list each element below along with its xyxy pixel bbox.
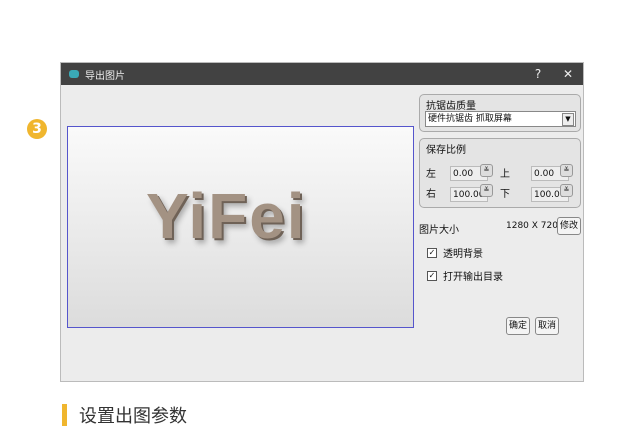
open-dir-label: 打开输出目录 <box>443 272 503 283</box>
close-button[interactable]: ✕ <box>553 67 583 81</box>
cancel-button[interactable]: 取消 <box>535 317 560 335</box>
ok-button[interactable]: 确定 <box>506 317 531 335</box>
export-image-dialog: 导出图片 ? ✕ YiFei 抗锯齿质量 硬件抗锯齿 抓取屏幕 ▼ 保存比例 左 … <box>60 62 584 382</box>
image-size-value: 1280 X 720 <box>506 221 558 231</box>
help-button[interactable]: ? <box>523 67 553 81</box>
top-label: 上 <box>500 169 510 180</box>
caption: 设置出图参数 <box>62 402 187 428</box>
preview-area: YiFei <box>67 126 414 328</box>
caption-bar <box>62 404 67 426</box>
open-dir-checkbox[interactable]: ✓ 打开输出目录 <box>427 268 503 283</box>
modify-size-button[interactable]: 修改 <box>557 217 582 235</box>
dialog-title: 导出图片 <box>85 70 125 82</box>
antialias-value: 硬件抗锯齿 抓取屏幕 <box>428 114 512 124</box>
antialias-group: 抗锯齿质量 硬件抗锯齿 抓取屏幕 ▼ <box>419 94 581 132</box>
bottom-label: 下 <box>500 189 510 200</box>
ratio-label: 保存比例 <box>426 145 466 156</box>
app-icon <box>69 70 79 78</box>
preview-logo: YiFei <box>146 180 307 252</box>
left-spinner[interactable]: ≚ <box>480 164 493 177</box>
right-label: 右 <box>426 189 436 200</box>
right-spinner[interactable]: ≚ <box>480 184 493 197</box>
caption-text: 设置出图参数 <box>79 406 187 427</box>
chevron-down-icon: ▼ <box>562 113 574 126</box>
bottom-spinner[interactable]: ≚ <box>560 184 573 197</box>
transparent-bg-checkbox[interactable]: ✓ 透明背景 <box>427 245 483 260</box>
step-badge: 3 <box>27 119 47 139</box>
checkbox-checked-icon: ✓ <box>427 270 437 281</box>
checkbox-checked-icon: ✓ <box>427 247 437 258</box>
image-size-label: 图片大小 <box>419 225 459 236</box>
title-bar: 导出图片 ? ✕ <box>61 63 583 85</box>
transparent-bg-label: 透明背景 <box>443 249 483 260</box>
ratio-group: 保存比例 左 0.00 ≚ 上 0.00 ≚ 右 100.00 ≚ 下 100.… <box>419 138 581 208</box>
top-spinner[interactable]: ≚ <box>560 164 573 177</box>
antialias-label: 抗锯齿质量 <box>426 101 476 112</box>
left-label: 左 <box>426 169 436 180</box>
antialias-select[interactable]: 硬件抗锯齿 抓取屏幕 ▼ <box>425 111 576 127</box>
